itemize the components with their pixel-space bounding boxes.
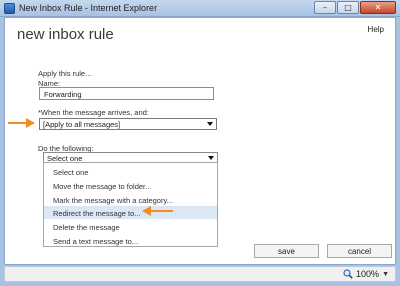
window-controls: – □ ✕ <box>313 1 396 15</box>
close-icon[interactable]: ✕ <box>360 1 396 14</box>
window-title: New Inbox Rule - Internet Explorer <box>19 3 158 13</box>
save-button[interactable]: save <box>254 244 319 258</box>
chevron-down-icon <box>208 156 214 160</box>
cancel-button[interactable]: cancel <box>327 244 392 258</box>
chevron-down-icon[interactable]: ▼ <box>382 271 389 278</box>
maximize-icon[interactable]: □ <box>337 1 359 14</box>
condition-select[interactable]: [Apply to all messages] <box>39 118 217 130</box>
dropdown-option-redirect[interactable]: Redirect the message to... <box>44 206 217 219</box>
dropdown-option-delete[interactable]: Delete the message <box>44 220 217 233</box>
name-field[interactable]: Forwarding <box>39 87 214 100</box>
help-link[interactable]: Help <box>368 25 384 34</box>
apply-rule-label: Apply this rule... <box>38 69 92 78</box>
dropdown-option-move-to-folder[interactable]: Move the message to folder... <box>44 179 217 192</box>
condition-select-value: [Apply to all messages] <box>43 120 121 129</box>
page-title: new inbox rule <box>17 26 114 43</box>
annotation-arrow-icon <box>8 118 35 128</box>
zoom-magnifier-icon <box>343 269 353 279</box>
action-dropdown-list: Select one Move the message to folder...… <box>43 162 218 247</box>
dropdown-option-mark-category[interactable]: Mark the message with a category... <box>44 193 217 206</box>
status-bar: 100% ▼ <box>4 266 396 282</box>
minimize-icon[interactable]: – <box>314 1 336 14</box>
internet-explorer-icon <box>4 3 15 14</box>
chevron-down-icon <box>207 122 213 126</box>
window-frame: new inbox rule Help Apply this rule... N… <box>0 17 400 286</box>
zoom-level: 100% <box>356 269 380 279</box>
window-titlebar: New Inbox Rule - Internet Explorer – □ ✕ <box>0 0 400 17</box>
zoom-control[interactable]: 100% ▼ <box>343 269 389 279</box>
dropdown-option-select-one[interactable]: Select one <box>44 165 217 178</box>
dropdown-option-send-text[interactable]: Send a text message to... <box>44 234 217 247</box>
when-message-arrives-label: *When the message arrives, and: <box>38 108 149 117</box>
annotation-arrow-icon <box>142 206 173 216</box>
page-content: new inbox rule Help Apply this rule... N… <box>4 17 396 265</box>
